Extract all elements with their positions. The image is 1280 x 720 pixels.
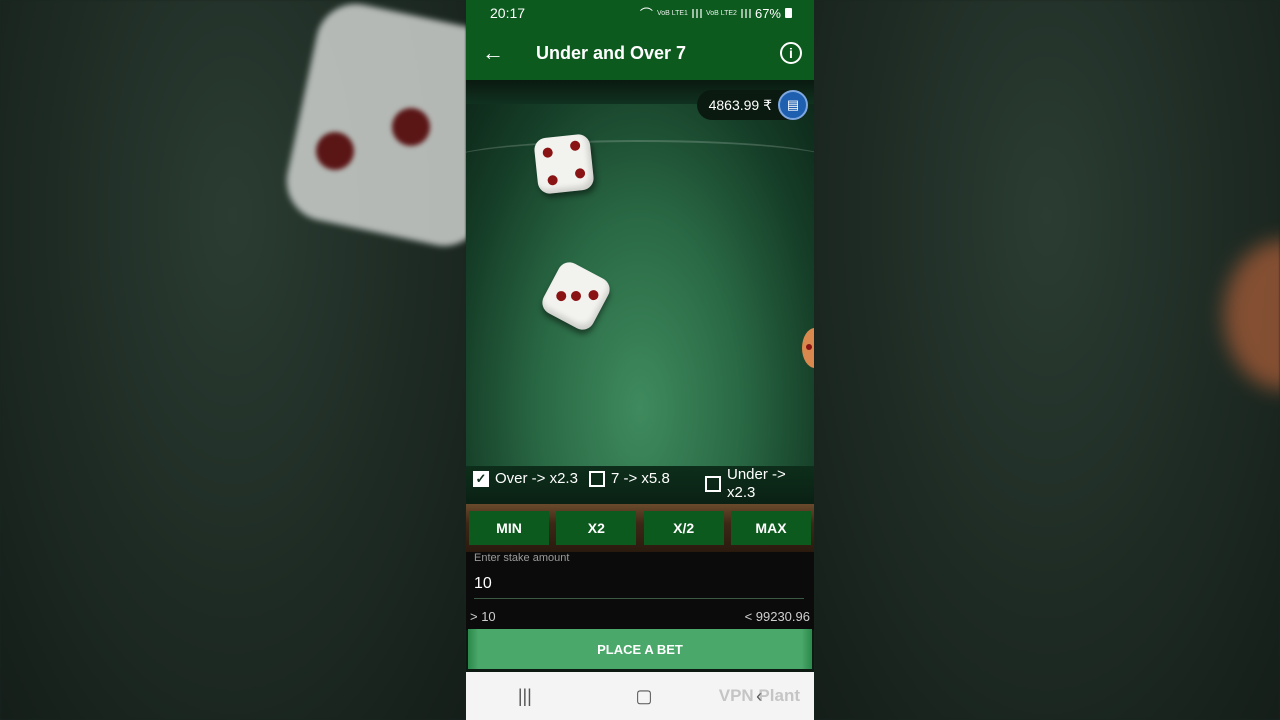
app-bar: ← Under and Over 7 i: [466, 26, 814, 80]
info-icon[interactable]: i: [780, 42, 802, 64]
die-pip: [542, 147, 554, 159]
bet-option-seven[interactable]: 7 -> x5.8: [589, 470, 670, 487]
blurred-pip: [392, 108, 430, 146]
die-three: [538, 258, 614, 334]
wallet-icon[interactable]: ▤: [778, 90, 808, 120]
stake-field-container: Enter stake amount: [466, 552, 814, 602]
die-pip: [806, 344, 812, 350]
min-button[interactable]: MIN: [469, 511, 549, 545]
blurred-background-left: [0, 0, 466, 720]
bet-option-label: Over -> x2.3: [495, 470, 578, 487]
die-pip: [586, 288, 601, 302]
bet-option-label: Under -> x2.3: [727, 466, 786, 501]
die-pip: [569, 289, 583, 303]
balance-pill[interactable]: 4863.99 ₹ ▤: [696, 90, 808, 120]
signal-icon: [691, 8, 702, 18]
bet-option-over[interactable]: ✓ Over -> x2.3: [473, 470, 578, 487]
bet-option-under[interactable]: Under -> x2.3: [705, 466, 797, 502]
android-nav-bar: ||| ▢ ‹ VPN Plant: [466, 672, 814, 720]
die-pip: [554, 289, 568, 303]
watermark: VPN Plant: [718, 686, 800, 705]
die-pip: [574, 167, 586, 179]
place-bet-button[interactable]: PLACE A BET: [468, 629, 812, 669]
recent-apps-icon[interactable]: |||: [518, 686, 532, 707]
die-four: [533, 133, 595, 195]
sim2-label: VoB LTE2: [705, 9, 737, 17]
table-rail: [466, 140, 814, 182]
double-button[interactable]: X2: [556, 511, 637, 545]
stake-input[interactable]: [474, 570, 804, 599]
wifi-icon: ⌒: [639, 6, 653, 22]
stake-max: < 99230.96: [744, 608, 810, 624]
balance-amount: 4863.99 ₹: [708, 96, 772, 113]
stake-limits: > 10 < 99230.96: [466, 602, 814, 630]
phone-screen: 20:17 ⌒ VoB LTE1 VoB LTE2 67% ← Under an…: [466, 0, 814, 720]
arrow-left-icon[interactable]: ←: [466, 40, 520, 66]
die-pip: [547, 174, 559, 186]
stake-buttons: MIN X2 X/2 MAX: [469, 511, 811, 545]
signal-icon: [740, 8, 751, 18]
status-bar: 20:17 ⌒ VoB LTE1 VoB LTE2 67%: [466, 0, 814, 26]
max-button[interactable]: MAX: [730, 511, 811, 545]
blurred-background-right: [814, 0, 1280, 720]
stake-min: > 10: [470, 608, 496, 624]
blurred-die: [279, 0, 466, 254]
home-icon[interactable]: ▢: [635, 686, 652, 707]
battery-percent: 67%: [754, 5, 781, 21]
checkbox-icon[interactable]: [705, 476, 721, 492]
sim1-label: VoB LTE1: [656, 9, 688, 17]
offscreen-die: [802, 328, 814, 368]
blurred-pip: [316, 132, 354, 170]
bet-options: ✓ Over -> x2.3 7 -> x5.8 Under -> x2.3: [466, 466, 814, 506]
status-icons: ⌒ VoB LTE1 VoB LTE2 67%: [640, 4, 792, 23]
die-pip: [569, 140, 581, 152]
half-button[interactable]: X/2: [643, 511, 724, 545]
stake-label: Enter stake amount: [474, 552, 570, 564]
page-title: Under and Over 7: [536, 42, 687, 63]
checkbox-icon[interactable]: [589, 470, 605, 487]
bet-option-label: 7 -> x5.8: [611, 470, 670, 487]
checkbox-checked-icon[interactable]: ✓: [473, 470, 489, 487]
status-time: 20:17: [490, 5, 526, 21]
game-table: 4863.99 ₹ ▤: [466, 80, 814, 466]
blurred-orange-die: [1224, 240, 1280, 390]
battery-icon: [785, 8, 792, 18]
